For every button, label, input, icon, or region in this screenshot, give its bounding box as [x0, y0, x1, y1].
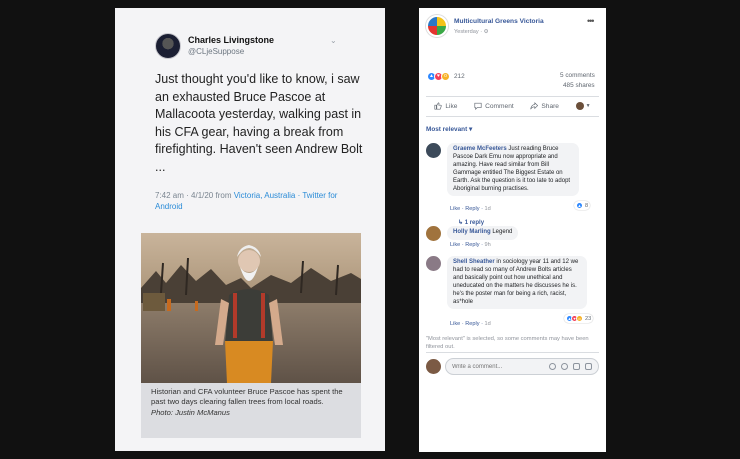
comment-composer[interactable] — [445, 358, 599, 375]
comments-count-link[interactable]: 5 comments — [560, 72, 595, 79]
comment-item: Holly Marling Legend Like · Reply · 9h — [426, 226, 601, 256]
post-time-label: Yesterday · — [454, 29, 483, 35]
comment-author[interactable]: Shell Sheather — [453, 259, 495, 265]
photo-man-on-road — [141, 233, 361, 383]
like-label: Like — [445, 102, 458, 110]
comment-actions: Like · Reply · 9h — [450, 242, 491, 248]
post-as-selector[interactable]: ▼ — [575, 102, 591, 110]
share-arrow-icon — [530, 102, 539, 110]
composer-tools — [549, 363, 592, 370]
divider — [426, 116, 599, 117]
camera-icon[interactable] — [561, 363, 568, 370]
chevron-down-icon[interactable]: ⌄ — [330, 36, 337, 45]
comment-author[interactable]: Graeme McFeeters — [453, 146, 507, 152]
page-avatar[interactable] — [426, 15, 448, 37]
tweet-avatar[interactable] — [155, 33, 181, 59]
comment-reply-link[interactable]: Reply — [465, 206, 479, 212]
tweet-screenshot: Charles Livingstone @CLjeSuppose ⌄ Just … — [115, 8, 385, 451]
more-options-button[interactable]: ••• — [587, 16, 595, 26]
caption-text: Historian and CFA volunteer Bruce Pascoe… — [151, 387, 343, 407]
comment-author[interactable]: Holly Marling — [453, 229, 491, 235]
comment-actions: Like · Reply · 1d — [450, 206, 491, 212]
caret-down-icon: ▼ — [585, 103, 591, 109]
photo-credit: Photo: Justin McManus — [151, 407, 230, 417]
comment-reaction-count: 8 — [585, 202, 589, 209]
like-reaction-icon: ▲ — [576, 202, 583, 209]
comment-bubble: Shell Sheather in sociology year 11 and … — [447, 256, 587, 310]
gif-icon[interactable] — [573, 363, 580, 370]
comment-reply-link[interactable]: Reply — [465, 321, 479, 327]
facebook-post: Multicultural Greens Victoria Yesterday … — [419, 8, 606, 452]
filter-notice: "Most relevant" is selected, so some com… — [426, 336, 589, 350]
tweet-text: Just thought you'd like to know, i saw a… — [155, 72, 363, 174]
divider — [426, 352, 599, 353]
tweet-location-link[interactable]: Victoria, Australia — [234, 191, 296, 200]
globe-icon: ⚙ — [483, 29, 489, 35]
comment-bubble-icon — [474, 102, 482, 110]
comment-label: Comment — [485, 102, 514, 110]
reaction-summary[interactable]: ▲ ♥ o 212 — [427, 71, 465, 81]
comment-like-link[interactable]: Like — [450, 321, 460, 327]
commenter-avatar[interactable] — [426, 256, 441, 271]
tweet-timestamp: 7:42 am · 4/1/20 from — [155, 191, 234, 200]
divider — [426, 96, 599, 97]
comment-sort-dropdown[interactable]: Most relevant ▾ — [426, 125, 472, 133]
comment-text: Legend — [492, 229, 513, 235]
emoji-icon[interactable] — [549, 363, 556, 370]
comment-item: Graeme McFeeters Just reading Bruce Pasc… — [426, 143, 601, 226]
tweet-photo-caption: Historian and CFA volunteer Bruce Pascoe… — [141, 383, 361, 438]
comment-age[interactable]: 1d — [485, 321, 491, 327]
tweet-author-handle[interactable]: @CLjeSuppose — [188, 47, 244, 56]
share-button[interactable]: Share — [530, 102, 559, 110]
sticker-icon[interactable] — [585, 363, 592, 370]
wow-reaction-icon: o — [576, 315, 583, 322]
comment-button[interactable]: Comment — [474, 102, 514, 110]
comment-bubble: Graeme McFeeters Just reading Bruce Pasc… — [447, 143, 579, 197]
post-action-bar: Like Comment Share ▼ — [426, 99, 599, 113]
commenter-avatar[interactable] — [426, 226, 441, 241]
comment-bubble: Holly Marling Legend — [447, 226, 519, 240]
comment-reactions[interactable]: ▲ 8 — [574, 201, 591, 210]
user-avatar — [575, 102, 584, 110]
comment-text: in sociology year 11 and 12 we had to re… — [453, 259, 579, 305]
post-timestamp[interactable]: Yesterday · ⚙ — [454, 29, 489, 35]
like-button[interactable]: Like — [434, 102, 457, 110]
comment-reactions[interactable]: ▲ ♥ o 23 — [564, 314, 594, 323]
tweet-author-name[interactable]: Charles Livingstone — [188, 35, 274, 45]
comment-input[interactable] — [452, 363, 549, 370]
tweet-photo[interactable] — [141, 233, 361, 383]
wow-reaction-icon: o — [441, 71, 450, 81]
shares-count-link[interactable]: 485 shares — [563, 82, 595, 89]
comment-reply-link[interactable]: Reply — [465, 242, 479, 248]
current-user-avatar — [426, 359, 441, 374]
thumbs-up-icon — [434, 102, 442, 110]
commenter-avatar[interactable] — [426, 143, 441, 158]
comment-age[interactable]: 9h — [485, 242, 491, 248]
comment-text: Just reading Bruce Pascoe Dark Emu now a… — [453, 146, 571, 192]
page-name-link[interactable]: Multicultural Greens Victoria — [454, 18, 544, 25]
share-label: Share — [541, 102, 559, 110]
reaction-count: 212 — [454, 72, 465, 80]
view-replies-link[interactable]: ↳ 1 reply — [458, 219, 484, 226]
tweet-meta: 7:42 am · 4/1/20 from Victoria, Australi… — [155, 190, 365, 212]
comment-like-link[interactable]: Like — [450, 242, 460, 248]
comment-actions: Like · Reply · 1d — [450, 321, 491, 327]
comment-age[interactable]: 1d — [485, 206, 491, 212]
comment-like-link[interactable]: Like — [450, 206, 460, 212]
comment-item: Shell Sheather in sociology year 11 and … — [426, 256, 601, 331]
comment-reaction-count: 23 — [585, 315, 592, 322]
